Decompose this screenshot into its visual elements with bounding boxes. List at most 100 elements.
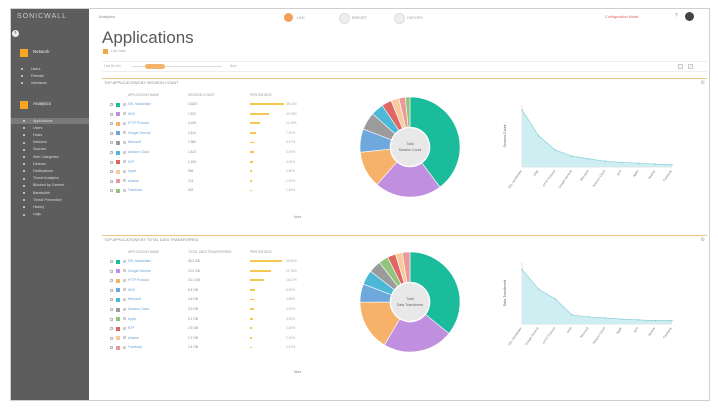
table-row[interactable]: NTP 1,105 3.05% (110, 159, 305, 167)
more-link[interactable]: More (294, 215, 301, 219)
table-row[interactable]: Akamai 714 1.97% (110, 178, 305, 186)
table-row[interactable]: Microsoft 1,980 5.47% (110, 139, 305, 147)
table-row[interactable]: Google General 22.4 GB 22.78% (110, 268, 305, 276)
app-name-link[interactable]: NTP (128, 160, 134, 164)
row-checkbox[interactable] (110, 288, 113, 292)
sidebar-item-firewall[interactable]: Firewall (11, 73, 89, 79)
table-row[interactable]: Facebook 2.4 GB 2.47% (110, 344, 305, 352)
data-point[interactable] (671, 164, 673, 166)
data-point[interactable] (621, 318, 623, 320)
row-checkbox[interactable] (110, 179, 113, 183)
app-name-link[interactable]: DNS (128, 288, 135, 292)
app-name-link[interactable]: Google General (128, 269, 151, 273)
app-name-link[interactable]: Akamai (128, 179, 139, 183)
row-checkbox[interactable] (110, 346, 113, 350)
row-checkbox[interactable] (110, 170, 113, 174)
data-point[interactable] (671, 319, 673, 321)
help-icon[interactable]: ? (675, 13, 678, 19)
collapse-sidebar-button[interactable]: › (12, 30, 19, 37)
app-name-link[interactable]: HTTP Protocol (128, 121, 149, 125)
sidebar-item-hosts[interactable]: Hosts (11, 132, 89, 138)
data-point[interactable] (587, 158, 590, 160)
row-checkbox[interactable] (110, 131, 113, 135)
sidebar-item-intrusion[interactable]: Intrusion (11, 140, 89, 146)
app-name-link[interactable]: Apple (128, 169, 136, 173)
row-checkbox[interactable] (110, 122, 113, 126)
panel-heading[interactable]: TOP APPLICATIONS BY TOTAL DATA TRANSFERR… (104, 238, 199, 242)
table-row[interactable]: HTTP Protocol 4,105 11.34% (110, 120, 305, 128)
app-name-link[interactable]: Google General (128, 131, 151, 135)
app-name-link[interactable]: DNS (128, 112, 135, 116)
app-name-link[interactable]: SSL Handshake (128, 259, 151, 263)
row-checkbox[interactable] (110, 189, 113, 193)
table-row[interactable]: Amazon Cloud 1,422 3.93% (110, 149, 305, 157)
sidebar-item-users[interactable]: Users (11, 125, 89, 131)
sidebar-item-logs[interactable]: Logs (11, 212, 89, 218)
data-point[interactable] (554, 149, 557, 151)
table-row[interactable]: Microsoft 4.6 GB 4.68% (110, 296, 305, 304)
table-row[interactable]: Google General 2,614 7.22% (110, 130, 305, 138)
data-point[interactable] (571, 155, 573, 157)
table-row[interactable]: HTTP Protocol 16.1 GB 16.37% (110, 277, 305, 285)
table-row[interactable]: Apple 3.1 GB 3.15% (110, 316, 305, 324)
sidebar-item-web-categories[interactable]: Web Categories (11, 154, 89, 160)
data-point[interactable] (521, 109, 523, 111)
col-app-name[interactable]: APPLICATION NAME (128, 93, 159, 99)
sidebar-item-applications[interactable]: Applications (11, 118, 89, 124)
data-point[interactable] (521, 268, 523, 271)
table-row[interactable]: NTP 2.6 GB 2.64% (110, 325, 305, 333)
data-point[interactable] (604, 160, 607, 162)
row-checkbox[interactable] (110, 112, 113, 116)
data-point[interactable] (637, 162, 640, 164)
row-checkbox[interactable] (110, 298, 113, 302)
row-checkbox[interactable] (110, 336, 113, 340)
refresh-icon[interactable] (678, 64, 683, 69)
data-point[interactable] (604, 317, 607, 319)
more-link[interactable]: More (294, 370, 301, 374)
col-value[interactable]: TOTAL DATA TRANSFERRED (188, 250, 231, 256)
donut-chart[interactable]: Total Session Count (350, 87, 470, 207)
col-percentage[interactable]: PERCENTAGE (250, 250, 272, 256)
table-row[interactable]: Facebook 522 1.44% (110, 187, 305, 195)
sidebar-item-history[interactable]: History (11, 204, 89, 210)
sidebar-item-threat-prevention[interactable]: Threat Prevention (11, 197, 89, 203)
app-name-link[interactable]: Microsoft (128, 297, 141, 301)
col-percentage[interactable]: PERCENTAGE (250, 93, 272, 99)
panel-gear-icon[interactable]: ⚙ (701, 80, 705, 86)
data-point[interactable] (587, 316, 590, 318)
row-checkbox[interactable] (110, 317, 113, 321)
data-point[interactable] (654, 163, 657, 165)
area-chart[interactable]: Session Count SSL Handshake DNS HTTP Protoc… (500, 97, 690, 207)
data-point[interactable] (571, 314, 573, 316)
row-checkbox[interactable] (110, 308, 113, 311)
panel-gear-icon[interactable]: ⚙ (701, 237, 705, 243)
table-row[interactable]: Apple 906 2.50% (110, 168, 305, 176)
row-checkbox[interactable] (110, 160, 113, 164)
avatar[interactable] (685, 12, 694, 21)
panel-heading[interactable]: TOP APPLICATIONS BY SESSION COUNT (104, 81, 178, 85)
app-name-link[interactable]: Facebook (128, 188, 142, 192)
table-row[interactable]: DNS 5.8 GB 5.90% (110, 287, 305, 295)
row-checkbox[interactable] (110, 151, 113, 154)
sidebar-item-blocked-by-content[interactable]: Blocked by Content (11, 183, 89, 189)
data-point[interactable] (621, 161, 623, 164)
sidebar-item-destinations[interactable]: Destinations (11, 168, 89, 174)
app-name-link[interactable]: Apple (128, 317, 136, 321)
data-point[interactable] (537, 135, 540, 137)
app-name-link[interactable]: SSL Handshake (128, 102, 151, 106)
sidebar-item-sources[interactable]: Sources (11, 147, 89, 153)
col-value[interactable]: SESSION COUNT (188, 93, 214, 99)
sidebar-item-bandwidth[interactable]: Bandwidth (11, 190, 89, 196)
table-row[interactable]: SSL Handshake 13,807 38.14% (110, 101, 305, 109)
app-name-link[interactable]: HTTP Protocol (128, 278, 149, 282)
table-row[interactable]: Amazon Cloud 3.9 GB 3.97% (110, 306, 305, 314)
row-checkbox[interactable] (110, 327, 113, 331)
app-name-link[interactable]: Facebook (128, 345, 142, 349)
time-slider-handle[interactable] (145, 63, 165, 69)
sidebar-item-users[interactable]: Users (11, 66, 89, 72)
area-chart[interactable]: Data Transferred SSL Handshake Google Gene… (500, 254, 690, 364)
app-name-link[interactable]: Amazon Cloud (128, 150, 149, 154)
table-row[interactable]: DNS 7,522 20.78% (110, 111, 305, 119)
table-row[interactable]: Akamai 2.2 GB 2.24% (110, 335, 305, 343)
data-point[interactable] (637, 319, 640, 321)
